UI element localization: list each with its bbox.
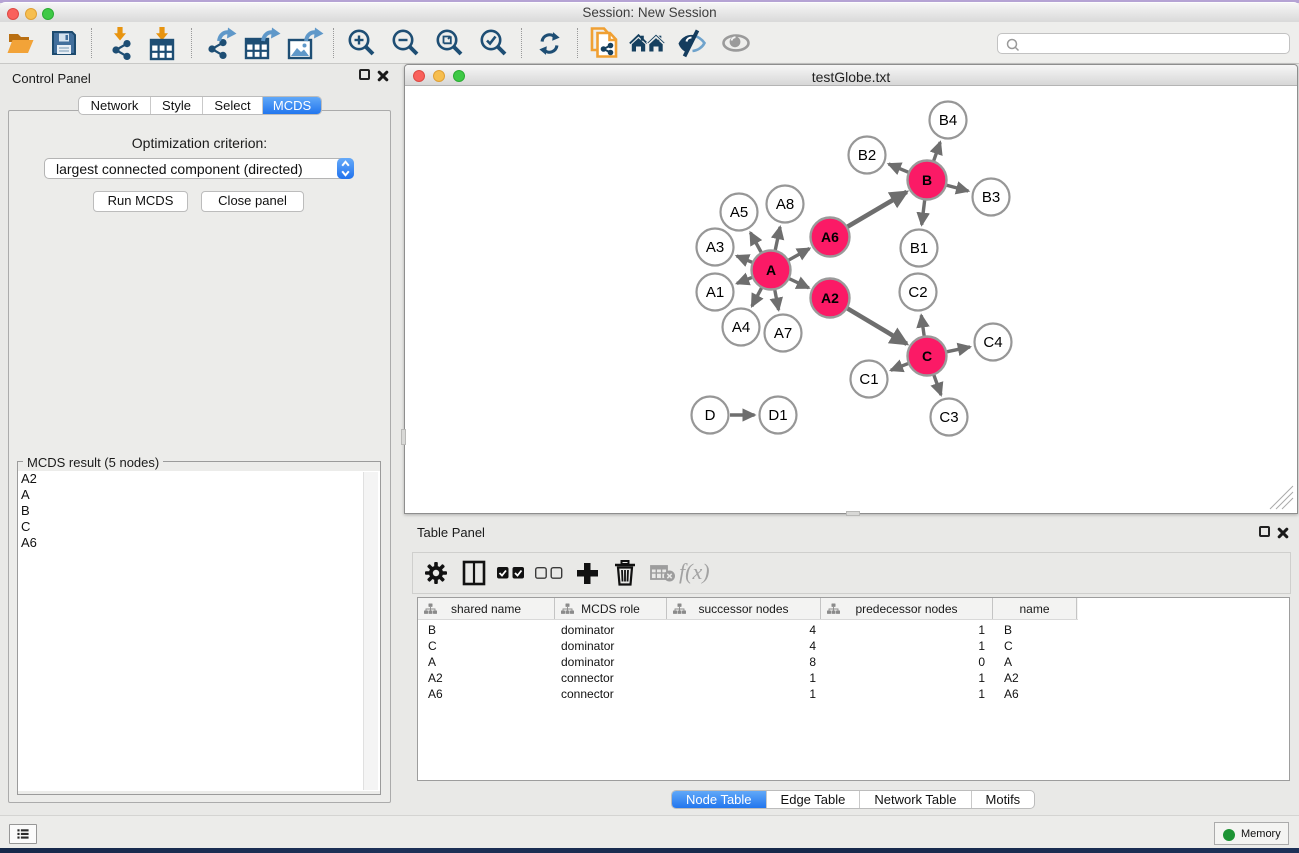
svg-text:B3: B3 bbox=[982, 189, 1000, 206]
svg-text:C2: C2 bbox=[908, 284, 927, 301]
svg-text:A4: A4 bbox=[732, 319, 750, 336]
svg-text:A2: A2 bbox=[821, 290, 839, 306]
svg-text:B4: B4 bbox=[939, 112, 957, 129]
svg-text:C: C bbox=[922, 348, 932, 364]
svg-text:A1: A1 bbox=[706, 284, 724, 301]
svg-text:D: D bbox=[705, 407, 716, 424]
svg-text:B1: B1 bbox=[910, 240, 928, 257]
svg-text:A: A bbox=[766, 262, 776, 278]
svg-text:C4: C4 bbox=[983, 334, 1002, 351]
svg-text:A8: A8 bbox=[776, 196, 794, 213]
svg-text:C1: C1 bbox=[859, 371, 878, 388]
svg-text:D1: D1 bbox=[768, 407, 787, 424]
svg-text:A7: A7 bbox=[774, 325, 792, 342]
svg-text:B: B bbox=[922, 172, 932, 188]
svg-text:B2: B2 bbox=[858, 147, 876, 164]
svg-text:A5: A5 bbox=[730, 204, 748, 221]
svg-text:A3: A3 bbox=[706, 239, 724, 256]
svg-text:C3: C3 bbox=[939, 409, 958, 426]
svg-text:A6: A6 bbox=[821, 229, 839, 245]
